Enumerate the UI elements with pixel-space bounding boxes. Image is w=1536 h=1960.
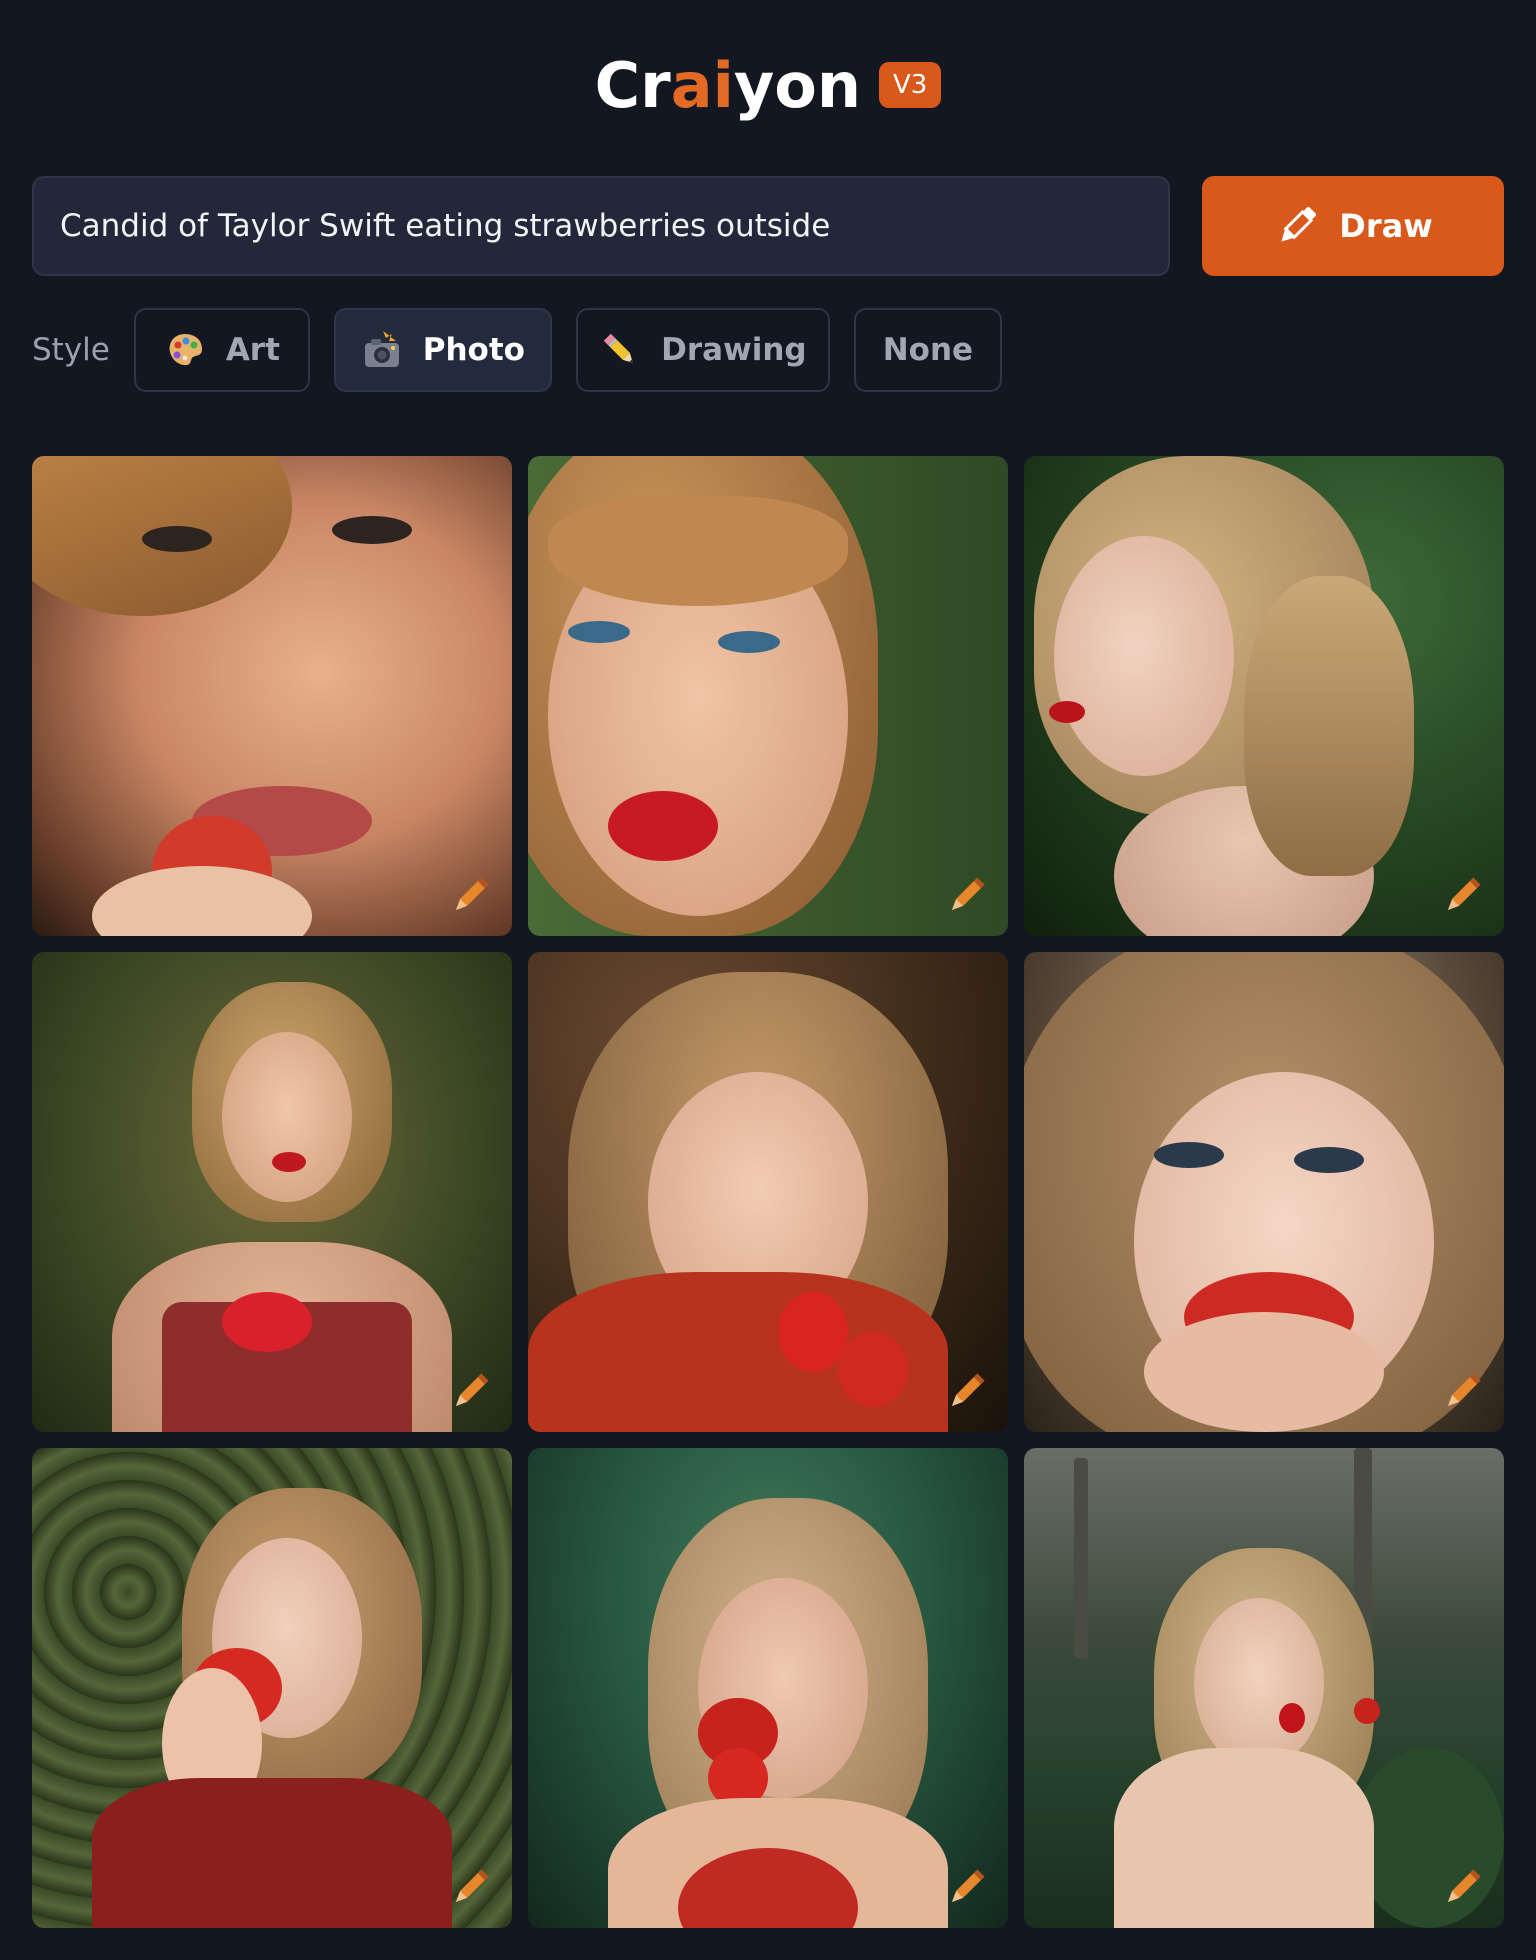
result-image[interactable] — [32, 1448, 512, 1928]
result-image[interactable] — [528, 456, 1008, 936]
result-image[interactable] — [1024, 456, 1504, 936]
generated-image — [528, 952, 1008, 1432]
style-selector: Style Art Photo Drawing None — [32, 308, 1026, 392]
palette-icon — [164, 329, 206, 371]
result-image[interactable] — [528, 952, 1008, 1432]
result-image[interactable] — [1024, 1448, 1504, 1928]
edit-pencil-icon[interactable] — [1438, 1368, 1486, 1416]
generated-image — [1024, 456, 1504, 936]
edit-pencil-icon[interactable] — [446, 1368, 494, 1416]
prompt-row: Candid of Taylor Swift eating strawberri… — [32, 176, 1504, 276]
logo-text-suffix: yon — [733, 48, 861, 122]
craiyon-logo[interactable]: Cr ai yon V3 — [595, 49, 942, 122]
style-option-art[interactable]: Art — [133, 308, 310, 392]
style-option-art-label: Art — [225, 332, 280, 368]
style-option-drawing[interactable]: Drawing — [575, 308, 830, 392]
version-badge: V3 — [879, 62, 942, 108]
edit-pencil-icon[interactable] — [1438, 1864, 1486, 1912]
style-label: Style — [32, 332, 110, 368]
edit-pencil-icon[interactable] — [942, 872, 990, 920]
logo-text-prefix: Cr — [594, 48, 671, 122]
pencil-icon — [599, 329, 641, 371]
style-option-none[interactable]: None — [853, 308, 1002, 392]
generated-image — [32, 1448, 512, 1928]
edit-pencil-icon[interactable] — [446, 872, 494, 920]
edit-pencil-icon[interactable] — [942, 1864, 990, 1912]
result-image[interactable] — [1024, 952, 1504, 1432]
style-option-drawing-label: Drawing — [661, 332, 807, 368]
prompt-input[interactable]: Candid of Taylor Swift eating strawberri… — [32, 176, 1170, 276]
generated-image — [1024, 1448, 1504, 1928]
edit-pencil-icon[interactable] — [1438, 872, 1486, 920]
draw-button[interactable]: Draw — [1202, 176, 1504, 276]
generated-image — [528, 1448, 1008, 1928]
generated-image — [528, 456, 1008, 936]
generated-image — [32, 952, 512, 1432]
edit-pencil-icon[interactable] — [942, 1368, 990, 1416]
generated-image — [32, 456, 512, 936]
pencil-icon — [1273, 202, 1321, 250]
style-option-none-label: None — [882, 332, 974, 368]
draw-button-label: Draw — [1339, 207, 1433, 245]
result-image[interactable] — [32, 952, 512, 1432]
generated-image — [1024, 952, 1504, 1432]
style-option-photo-label: Photo — [422, 332, 525, 368]
camera-flash-icon — [361, 329, 403, 371]
result-image[interactable] — [528, 1448, 1008, 1928]
edit-pencil-icon[interactable] — [446, 1864, 494, 1912]
result-image[interactable] — [32, 456, 512, 936]
header: Cr ai yon V3 — [0, 40, 1536, 130]
results-grid — [32, 456, 1504, 1928]
style-option-photo[interactable]: Photo — [333, 308, 552, 392]
logo-text-accent: ai — [670, 48, 734, 122]
